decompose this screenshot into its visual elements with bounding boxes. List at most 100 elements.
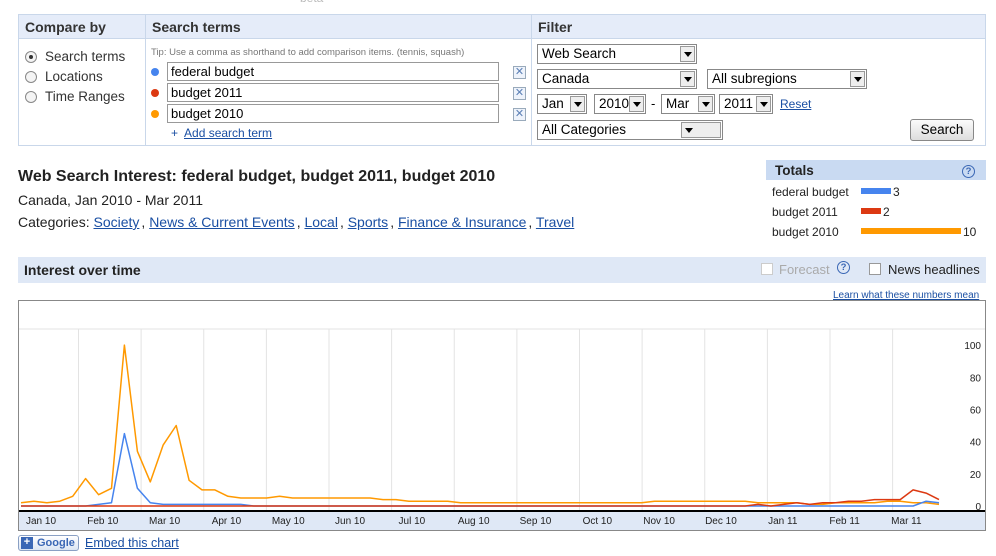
category-select[interactable]: All Categories (537, 120, 723, 140)
help-icon[interactable]: ? (962, 165, 975, 178)
radio-button[interactable] (25, 70, 37, 83)
region-date-subtitle: Canada, Jan 2010 - Mar 2011 (18, 192, 203, 208)
end-month-select[interactable]: Mar (661, 94, 715, 114)
radio-locations[interactable]: Locations (25, 69, 103, 84)
column-divider (531, 15, 532, 145)
column-divider (145, 15, 146, 145)
select-value: Mar (666, 96, 690, 111)
add-search-term-link[interactable]: + Add search term (171, 126, 272, 140)
y-tick-label: 20 (970, 470, 982, 481)
x-tick-label: Apr 10 (212, 516, 242, 527)
select-value: All Categories (542, 122, 627, 137)
remove-term-icon[interactable]: ✕ (513, 108, 526, 121)
interest-chart-svg: Jan 10 Feb 10 Mar 10 Apr 10 May 10 Jun 10 Jul … (19, 328, 985, 530)
y-tick-label: 60 (970, 405, 982, 416)
x-tick-label: Mar 11 (891, 516, 922, 527)
dropdown-arrow-icon[interactable] (680, 46, 695, 62)
totals-value: 3 (893, 185, 900, 199)
x-tick-label: May 10 (272, 516, 305, 527)
google-add-badge[interactable]: + Google (18, 535, 79, 551)
dropdown-arrow-icon[interactable] (850, 71, 865, 87)
categories-line: Categories: Society, News & Current Even… (18, 214, 575, 230)
categories-label: Categories: (18, 214, 90, 230)
dropdown-arrow-icon[interactable] (756, 96, 771, 112)
start-month-select[interactable]: Jan (537, 94, 587, 114)
forecast-checkbox[interactable] (761, 263, 773, 275)
search-terms-heading: Search terms (152, 19, 241, 35)
y-tick-label: 80 (970, 373, 982, 384)
select-value: Jan (542, 96, 564, 111)
totals-label: budget 2011 (772, 205, 838, 219)
compare-by-heading: Compare by (25, 19, 106, 35)
compare-panel: Compare by Search terms Filter Search te… (18, 14, 986, 146)
plus-icon: + (21, 537, 33, 549)
x-tick-label: Dec 10 (705, 516, 737, 527)
news-headlines-checkbox[interactable] (869, 263, 881, 275)
forecast-label: Forecast (779, 262, 830, 277)
help-icon[interactable]: ? (837, 261, 850, 274)
radio-button[interactable] (25, 90, 37, 103)
category-link[interactable]: Society (93, 214, 139, 230)
x-tick-label: Jan 11 (768, 516, 798, 527)
category-link[interactable]: Local (304, 214, 337, 230)
search-term-row (151, 62, 499, 81)
x-tick-label: Oct 10 (583, 516, 613, 527)
x-tick-label: Feb 10 (87, 516, 119, 527)
remove-term-icon[interactable]: ✕ (513, 66, 526, 79)
totals-bar (861, 208, 881, 214)
country-select[interactable]: Canada (537, 69, 697, 89)
remove-term-icon[interactable]: ✕ (513, 87, 526, 100)
add-search-term-label[interactable]: Add search term (184, 126, 272, 140)
search-term-input[interactable] (167, 104, 499, 123)
select-value: 2011 (724, 96, 754, 111)
interest-chart: Jan 10 Feb 10 Mar 10 Apr 10 May 10 Jun 10 Jul … (18, 300, 986, 531)
beta-label: beta (300, 0, 323, 5)
totals-label: budget 2010 (772, 225, 839, 239)
series-line (20, 344, 940, 506)
select-value: 2010 (599, 96, 630, 111)
totals-title: Totals (775, 163, 814, 178)
subregion-select[interactable]: All subregions (707, 69, 867, 89)
source-select[interactable]: Web Search (537, 44, 697, 64)
x-tick-label: Jun 10 (335, 516, 365, 527)
start-year-select[interactable]: 2010 (594, 94, 646, 114)
radio-label: Locations (45, 69, 103, 84)
y-tick-label: 100 (964, 341, 981, 352)
x-tick-label: Nov 10 (643, 516, 675, 527)
dropdown-arrow-icon[interactable] (629, 96, 644, 112)
select-value: Web Search (542, 46, 617, 61)
end-year-select[interactable]: 2011 (719, 94, 773, 114)
x-tick-label: Jan 10 (26, 516, 56, 527)
totals-value: 10 (963, 225, 977, 239)
dropdown-arrow-icon[interactable] (570, 96, 585, 112)
radio-label: Search terms (45, 49, 126, 64)
radio-button[interactable] (25, 50, 37, 63)
search-term-row (151, 104, 499, 123)
search-term-input[interactable] (167, 83, 499, 102)
google-badge-label: Google (37, 537, 75, 549)
category-link[interactable]: Sports (348, 214, 388, 230)
category-link[interactable]: Travel (536, 214, 574, 230)
totals-bar (861, 228, 961, 234)
search-button[interactable]: Search (910, 119, 974, 141)
dropdown-arrow-icon[interactable] (680, 71, 695, 87)
radio-search-terms[interactable]: Search terms (25, 49, 125, 64)
dropdown-arrow-icon[interactable] (698, 96, 713, 112)
x-tick-label: Feb 11 (829, 516, 860, 527)
embed-chart-link[interactable]: Embed this chart (85, 536, 179, 550)
category-link[interactable]: Finance & Insurance (398, 214, 526, 230)
totals-label: federal budget (772, 185, 849, 199)
plus-icon: + (171, 126, 179, 140)
radio-label: Time Ranges (45, 89, 125, 104)
totals-bar (861, 188, 891, 194)
search-term-input[interactable] (167, 62, 499, 81)
y-tick-label: 0 (975, 502, 981, 513)
x-tick-label: Mar 10 (149, 516, 181, 527)
dropdown-arrow-icon[interactable] (681, 122, 721, 138)
category-link[interactable]: News & Current Events (149, 214, 295, 230)
reset-link[interactable]: Reset (780, 97, 811, 111)
page-title: Web Search Interest: federal budget, bud… (18, 168, 496, 185)
y-tick-label: 40 (970, 438, 982, 449)
radio-time-ranges[interactable]: Time Ranges (25, 89, 125, 104)
interest-over-time-title: Interest over time (24, 262, 141, 278)
